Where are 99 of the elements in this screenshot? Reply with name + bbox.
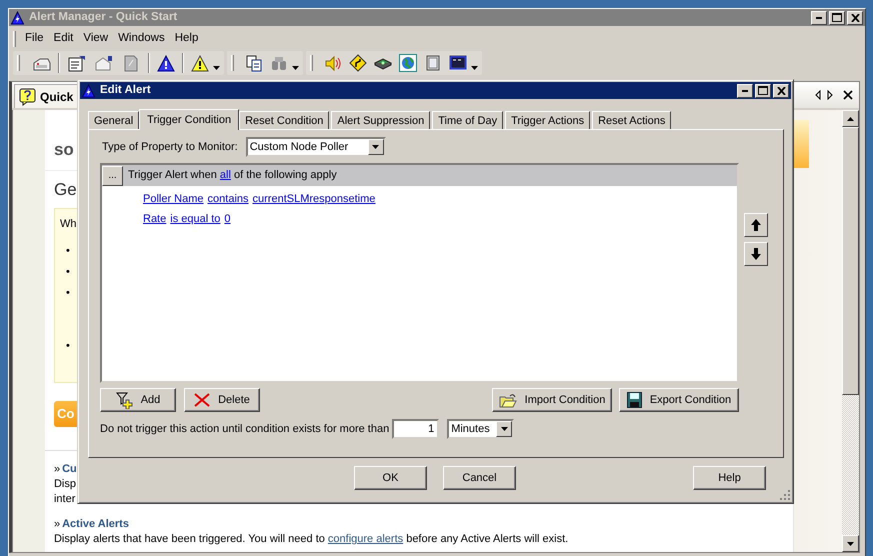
description-text: inter (54, 493, 76, 505)
close-button[interactable] (847, 10, 863, 24)
value-link[interactable]: 0 (224, 212, 231, 226)
delete-icon (194, 393, 210, 407)
save-icon (626, 392, 642, 408)
bullet-marker: » (54, 518, 60, 530)
scroll-right-icon[interactable] (827, 90, 833, 100)
terminal-window-icon[interactable] (449, 54, 467, 72)
section-heading: Ge (54, 179, 77, 201)
up-arrow-icon (847, 116, 854, 120)
import-button[interactable]: Import Condition (492, 388, 612, 412)
duration-input[interactable]: 1 (392, 419, 440, 439)
resize-grip-icon[interactable] (780, 490, 790, 500)
bullet: • (66, 338, 70, 354)
operator-link[interactable]: contains (208, 192, 249, 206)
field-link[interactable]: Poller Name (143, 192, 204, 206)
tab[interactable]: Trigger Actions (505, 111, 590, 129)
move-down-button[interactable] (744, 242, 768, 266)
menu-item[interactable]: Edit (48, 30, 78, 48)
minimize-icon (816, 16, 822, 18)
maximize-button[interactable] (755, 84, 771, 98)
menu-item[interactable]: Help (170, 30, 204, 48)
maximize-button[interactable] (829, 10, 845, 24)
delete-button[interactable]: Delete (184, 388, 260, 412)
time-unit-dropdown[interactable]: Minutes (447, 419, 514, 439)
image-frame-icon[interactable] (424, 54, 442, 72)
section-link[interactable]: Cu (62, 463, 77, 475)
document-tab[interactable]: Quick (14, 84, 78, 108)
copy-icon[interactable] (245, 54, 263, 72)
warning-icon[interactable] (191, 54, 209, 72)
scroll-up-button[interactable] (842, 110, 859, 127)
tab[interactable]: Trigger Condition (139, 109, 240, 130)
page-title: so (54, 140, 74, 160)
properties-icon[interactable] (67, 54, 87, 72)
bullet: • (66, 264, 70, 280)
dropdown-arrow-icon (372, 145, 380, 149)
close-button[interactable] (773, 84, 789, 98)
configure-link[interactable]: configure alerts (328, 533, 404, 545)
minimize-button[interactable] (737, 84, 753, 98)
folder-icon (498, 392, 517, 408)
dropdown-arrow-icon (500, 427, 508, 431)
menu-item[interactable]: View (78, 30, 114, 48)
app-logo-icon (82, 84, 95, 98)
bullet: • (66, 286, 70, 300)
tab[interactable]: Time of Day (432, 111, 504, 129)
dialog-button[interactable]: Help (693, 466, 766, 490)
tab[interactable]: Alert Suppression (331, 111, 430, 129)
field-label: Type of Property to Monitor: (102, 140, 238, 155)
scroll-left-icon[interactable] (815, 90, 821, 100)
down-arrow-icon (751, 248, 761, 260)
maximize-icon (758, 86, 768, 95)
all-link[interactable]: all (220, 169, 231, 182)
move-up-button[interactable] (744, 213, 768, 237)
down-arrow-icon (847, 542, 854, 546)
road-sign-icon[interactable] (349, 54, 367, 72)
dialog-button[interactable]: Cancel (443, 466, 516, 490)
tab[interactable]: Reset Condition (239, 111, 330, 129)
bullet: • (66, 244, 70, 258)
export-button[interactable]: Export Condition (619, 388, 739, 412)
more-button[interactable]: ... (102, 166, 123, 186)
description-text: Display alerts that have been triggered. You will need to configure alerts before any Active Alerts will exist. (54, 533, 568, 545)
window-title: Edit Alert (100, 82, 151, 98)
tab[interactable]: General (88, 111, 140, 129)
condition-header-text: Trigger Alert when all of the following apply (128, 168, 337, 184)
section-link[interactable]: Active Alerts (62, 518, 129, 530)
operator-link[interactable]: is equal to (170, 212, 220, 226)
close-icon (776, 86, 786, 94)
caret-icon[interactable] (292, 66, 299, 70)
bullet-marker: » (54, 463, 60, 475)
value-link[interactable]: currentSLMresponsetime (252, 192, 376, 206)
window-title: Alert Manager - Quick Start (29, 10, 178, 25)
field-link[interactable]: Rate (143, 212, 166, 226)
scroll-down-button[interactable] (842, 535, 859, 552)
help-icon (19, 88, 37, 106)
alert-icon[interactable] (157, 54, 175, 72)
caret-icon[interactable] (213, 66, 220, 70)
description-text: Disp (54, 478, 76, 490)
globe-icon[interactable] (399, 54, 417, 72)
app-logo-icon (11, 10, 24, 24)
menu-item[interactable]: Windows (113, 30, 170, 48)
menu-item[interactable]: File (20, 30, 49, 48)
filter-add-icon (116, 392, 133, 408)
close-icon (850, 14, 860, 22)
duration-label: Do not trigger this action until condition exists for more than (100, 422, 390, 437)
dialog-button[interactable]: OK (354, 466, 427, 490)
caret-icon[interactable] (471, 66, 478, 70)
header-bar (794, 120, 810, 168)
close-icon[interactable] (843, 90, 853, 100)
up-arrow-icon (751, 219, 761, 231)
speaker-icon[interactable] (324, 54, 342, 72)
scrollbar[interactable] (842, 110, 859, 552)
tab[interactable]: Reset Actions (592, 111, 672, 129)
maximize-icon (832, 13, 842, 22)
minimize-button[interactable] (811, 10, 827, 24)
intro-text: Wh (60, 217, 76, 231)
add-button[interactable]: Add (100, 388, 176, 412)
property-type-dropdown[interactable]: Custom Node Poller (246, 137, 386, 157)
scroll-thumb[interactable] (842, 127, 859, 395)
minimize-icon (742, 90, 748, 92)
